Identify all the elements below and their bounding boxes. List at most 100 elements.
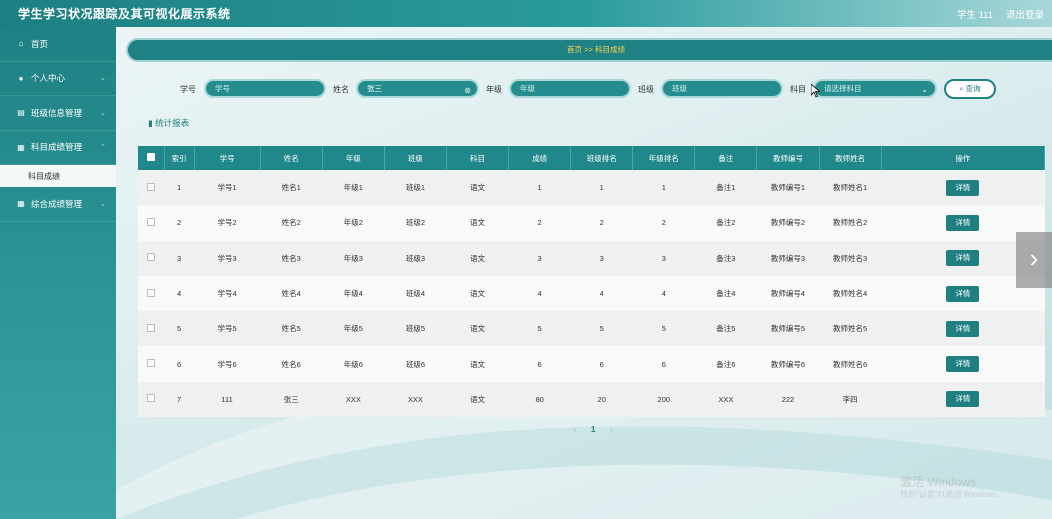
chevron-up-icon: ⌃ — [100, 144, 106, 152]
cell: 学号2 — [217, 218, 237, 228]
sidebar-item-label: 综合成绩管理 — [31, 198, 83, 209]
pagination: ‹ 1 › — [567, 425, 619, 434]
detail-button[interactable]: 详情 — [946, 391, 980, 408]
chevron-right-icon[interactable]: › — [1016, 232, 1052, 288]
row-checkbox[interactable] — [138, 382, 164, 417]
cell: 学号5 — [217, 324, 237, 334]
name-input[interactable]: 张三 ⊗ — [356, 79, 479, 98]
col-header: 科目 — [446, 146, 510, 170]
current-user: 学生 111 — [957, 10, 994, 21]
cell: 教师姓名1 — [832, 183, 868, 193]
class-input[interactable]: 班级 — [661, 79, 783, 98]
detail-button[interactable]: 详情 — [946, 285, 980, 302]
cell: 备注4 — [716, 289, 736, 299]
cell: 20 — [597, 394, 606, 404]
sidebar-item-overall-scores[interactable]: ▦ 综合成绩管理 ⌄ — [0, 187, 116, 222]
col-header: 班级排名 — [570, 146, 634, 170]
cell: 学号3 — [217, 253, 237, 263]
row-checkbox[interactable] — [138, 205, 164, 240]
table-row: 7 111 张三 XXX XXX 语文 80 20 200 XXX 222 李四… — [138, 381, 1045, 418]
subject-select-placeholder: 请选择科目 — [824, 84, 862, 93]
cell: 教师姓名2 — [832, 218, 868, 228]
subject-select[interactable]: 请选择科目 ⌄ — [813, 79, 937, 98]
cell: 4 — [176, 289, 182, 299]
logout-link[interactable]: 退出登录 — [1006, 7, 1044, 21]
breadcrumb: 首页 >> 科目成绩 — [126, 38, 1052, 62]
action-cell: 详情 — [881, 311, 1044, 346]
cell: 4 — [537, 289, 542, 299]
cell: 5 — [599, 324, 604, 334]
breadcrumb-current: 科目成绩 — [594, 45, 625, 54]
cell: 学号1 — [217, 183, 237, 193]
sidebar-item-class-info[interactable]: ▤ 班级信息管理 ⌄ — [0, 96, 116, 131]
student-id-label: 学号 — [180, 85, 196, 94]
student-id-input[interactable]: 学号 — [204, 79, 326, 98]
page-number[interactable]: 1 — [585, 425, 601, 434]
sidebar-item-profile[interactable]: ● 个人中心 ⌄ — [0, 62, 116, 96]
sidebar-item-label: 首页 — [31, 38, 49, 49]
cell: 1 — [537, 183, 542, 193]
cell: XXX — [718, 394, 734, 404]
cell: 6 — [661, 359, 666, 369]
row-checkbox[interactable] — [138, 170, 164, 205]
sidebar-item-subject-scores[interactable]: ▦ 科目成绩管理 ⌃ — [0, 131, 116, 165]
detail-button[interactable]: 详情 — [946, 320, 980, 337]
search-button[interactable]: ⌕ 查询 — [944, 79, 996, 99]
table-row: 1 学号1 姓名1 年级1 班级1 语文 1 1 1 备注1 教师编号1 教师姓… — [138, 170, 1045, 206]
row-checkbox[interactable] — [138, 311, 164, 346]
grade-label: 年级 — [486, 85, 502, 94]
search-icon: ⌕ — [959, 84, 964, 93]
cell: 班级4 — [405, 289, 425, 299]
cell: 6 — [176, 359, 182, 369]
sidebar-item-home[interactable]: ⌂ 首页 — [0, 27, 116, 62]
cell: 班级5 — [405, 324, 425, 334]
col-header: 学号 — [194, 146, 261, 170]
detail-button[interactable]: 详情 — [946, 250, 980, 267]
cell: 年级6 — [343, 359, 363, 369]
select-all-checkbox[interactable] — [138, 146, 165, 170]
cell: 备注6 — [716, 359, 736, 369]
cell: 备注2 — [716, 218, 736, 228]
name-label: 姓名 — [333, 85, 349, 94]
detail-button[interactable]: 详情 — [946, 356, 980, 373]
cell: 教师编号6 — [770, 359, 806, 369]
clear-icon[interactable]: ⊗ — [464, 83, 471, 98]
col-header: 教师编号 — [756, 146, 820, 170]
col-header: 年级 — [322, 146, 385, 170]
table-row: 5 学号5 姓名5 年级5 班级5 语文 5 5 5 备注5 教师编号5 教师姓… — [138, 311, 1045, 347]
cell: 姓名6 — [281, 359, 301, 369]
grade-input[interactable]: 年级 — [509, 79, 631, 98]
cell: 备注1 — [716, 183, 736, 193]
cell: XXX — [407, 394, 423, 404]
cell: 80 — [535, 394, 544, 404]
col-header: 教师姓名 — [819, 146, 882, 170]
cell: 班级1 — [405, 183, 425, 193]
prev-page-button[interactable]: ‹ — [567, 425, 583, 434]
cell: 5 — [176, 324, 182, 334]
cell: 备注5 — [716, 324, 736, 334]
cell: 张三 — [283, 394, 299, 404]
cell: 222 — [781, 394, 795, 404]
cell: 5 — [661, 324, 666, 334]
cell: 教师编号5 — [770, 324, 806, 334]
activation-watermark-sub: 转到"设置"以激活 Windows。 — [900, 490, 1005, 499]
detail-button[interactable]: 详情 — [946, 179, 980, 196]
action-cell: 详情 — [881, 170, 1044, 205]
breadcrumb-home[interactable]: 首页 — [567, 45, 582, 54]
cell: 2 — [176, 218, 182, 228]
cell: 教师姓名5 — [832, 324, 868, 334]
stats-report-link[interactable]: ▮ 统计报表 — [148, 117, 189, 129]
next-page-button[interactable]: › — [603, 425, 619, 434]
cell: 4 — [599, 289, 604, 299]
cell: 年级4 — [343, 289, 363, 299]
table-row: 6 学号6 姓名6 年级6 班级6 语文 6 6 6 备注6 教师编号6 教师姓… — [138, 346, 1045, 382]
cell: 教师姓名6 — [832, 359, 868, 369]
detail-button[interactable]: 详情 — [946, 214, 980, 231]
grid-icon: ▦ — [17, 142, 25, 152]
submenu-item-subject-score[interactable]: 科目成绩 — [0, 165, 116, 187]
row-checkbox[interactable] — [138, 346, 164, 381]
home-icon: ⌂ — [18, 39, 24, 49]
col-header: 姓名 — [260, 146, 323, 170]
row-checkbox[interactable] — [138, 241, 164, 276]
row-checkbox[interactable] — [138, 276, 164, 311]
